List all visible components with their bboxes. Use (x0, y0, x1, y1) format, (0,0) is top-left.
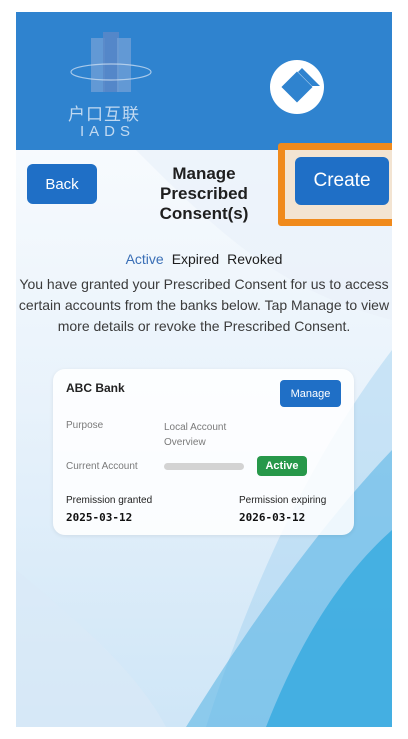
purpose-value: Local Account Overview (164, 422, 227, 448)
app-header: 户口互联 IADS (16, 12, 392, 150)
permission-granted-date: 2025-03-12 (66, 511, 133, 524)
permission-expiring-date: 2026-03-12 (239, 511, 306, 524)
consent-description: You have granted your Prescribed Consent… (18, 276, 390, 334)
purpose-label: Purpose (66, 420, 104, 431)
logo-text-english: IADS (80, 123, 136, 140)
status-badge: Active (257, 456, 307, 476)
masked-account-number (164, 463, 244, 470)
bank-logo-icon (270, 60, 324, 114)
consent-status-tabs: Active Expired Revoked (16, 251, 392, 267)
consent-card: ABC Bank Manage Purpose Local Account Ov… (53, 369, 354, 535)
create-button-highlight: Create (278, 143, 392, 226)
manage-button[interactable]: Manage (280, 380, 341, 407)
create-button[interactable]: Create (295, 157, 389, 205)
app-screen: 户口互联 IADS Back Manage Prescribed Consent… (16, 12, 392, 727)
tab-active[interactable]: Active (126, 251, 164, 267)
page-title: Manage Prescribed Consent(s) (159, 164, 249, 223)
tab-revoked[interactable]: Revoked (227, 251, 282, 267)
account-label: Current Account (66, 461, 138, 472)
permission-expiring-label: Permission expiring (239, 495, 327, 506)
tab-expired[interactable]: Expired (172, 251, 219, 267)
bank-name: ABC Bank (66, 381, 125, 395)
logo-text-chinese: 户口互联 (68, 105, 140, 125)
permission-granted-label: Premission granted (66, 495, 153, 506)
back-button[interactable]: Back (27, 164, 97, 204)
